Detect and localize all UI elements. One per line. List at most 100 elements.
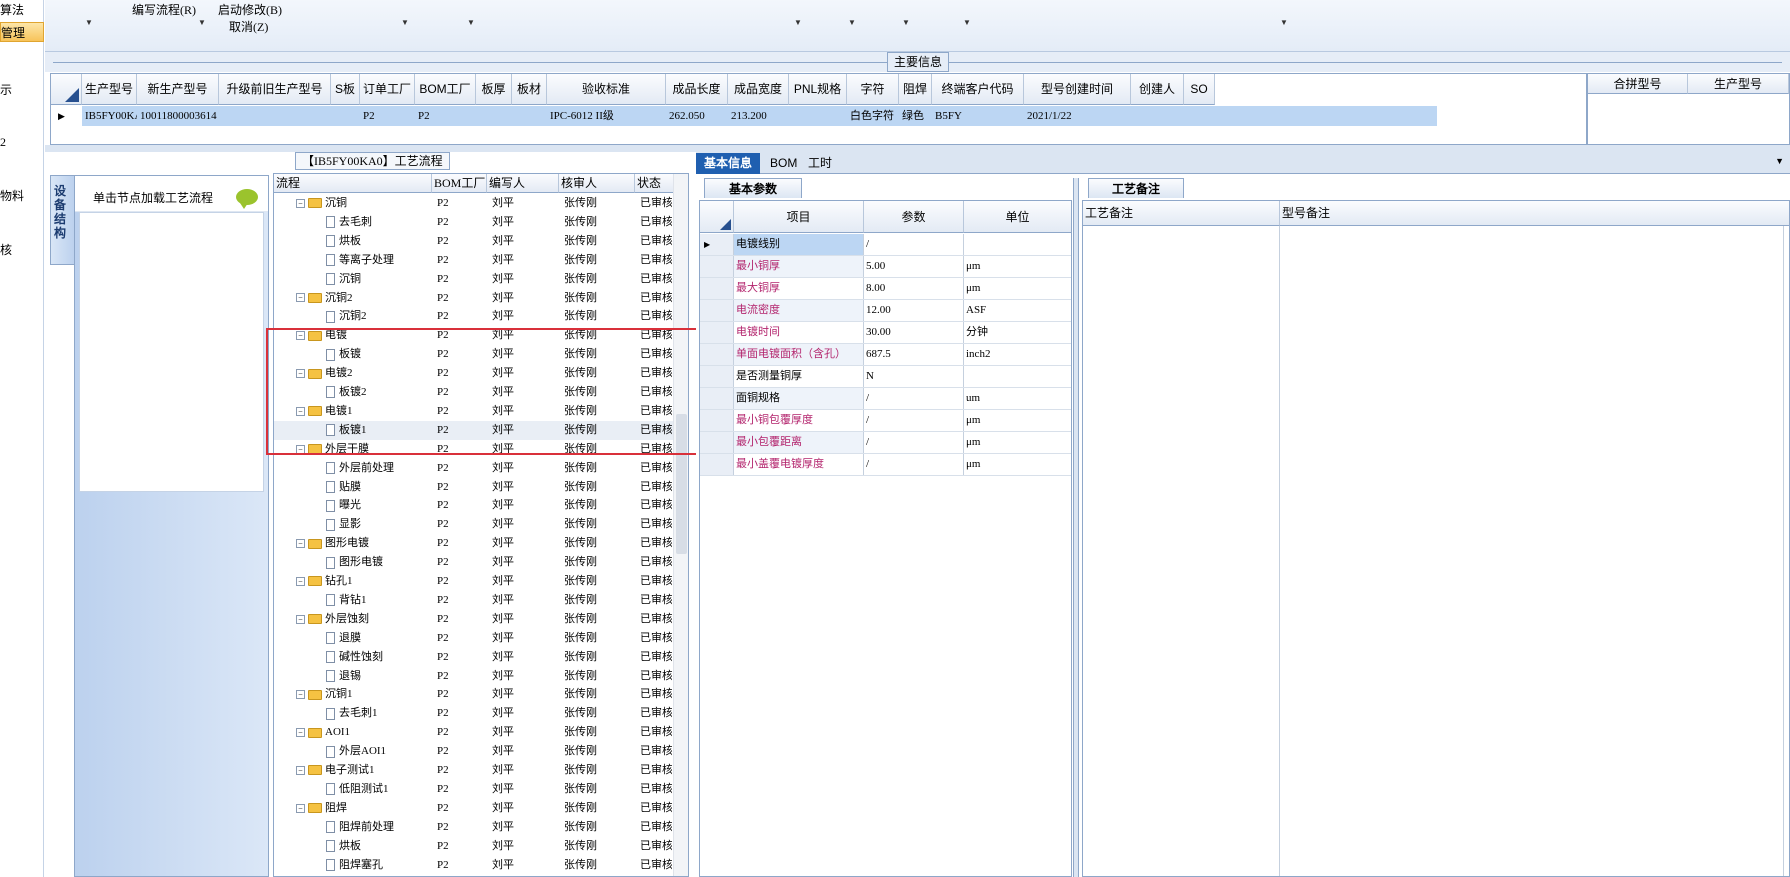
process-notes-tab[interactable]: 工艺备注	[1088, 178, 1184, 198]
param-row[interactable]: 最大铜厚 8.00 μm	[700, 278, 1071, 300]
param-row[interactable]: 最小铜包覆厚度 / μm	[700, 410, 1071, 432]
row-selector[interactable]	[700, 388, 734, 409]
flow-row[interactable]: − 沉铜 P2 刘平 张传刚 已审核	[274, 194, 674, 213]
main-info-cell[interactable]: 绿色	[899, 106, 932, 126]
main-info-cell[interactable]: 2021/1/22	[1024, 106, 1131, 126]
main-info-cell[interactable]: IB5FY00KA0	[82, 106, 137, 126]
notes-col-header[interactable]: 工艺备注	[1083, 201, 1280, 226]
left-nav-item[interactable]: 核	[0, 240, 44, 260]
flow-node[interactable]: 烘板	[326, 837, 361, 856]
row-selector[interactable]	[700, 278, 734, 299]
param-value[interactable]: /	[864, 432, 964, 453]
param-value[interactable]: 5.00	[864, 256, 964, 277]
collapse-icon[interactable]: −	[296, 293, 305, 303]
main-info-cell[interactable]	[331, 106, 360, 126]
collapse-icon[interactable]: −	[296, 576, 305, 586]
param-value[interactable]: N	[864, 366, 964, 387]
flow-node[interactable]: 贴膜	[326, 478, 361, 497]
flow-node[interactable]: − 钻孔1	[296, 572, 353, 591]
flow-row[interactable]: − 阻焊 P2 刘平 张传刚 已审核	[274, 799, 674, 818]
dropdown-arrow-icon[interactable]: ▼	[85, 18, 93, 27]
row-selector[interactable]	[700, 432, 734, 453]
main-info-cell[interactable]: B5FY	[932, 106, 1024, 126]
flow-node[interactable]: 低阻测试1	[326, 780, 389, 799]
main-col-header[interactable]: 生产型号	[82, 74, 137, 105]
main-info-cell[interactable]: 262.050	[666, 106, 728, 126]
flow-node[interactable]: 烘板	[326, 232, 361, 251]
dropdown-arrow-icon[interactable]: ▼	[467, 18, 475, 27]
flow-node[interactable]: 背钻1	[326, 591, 367, 610]
flow-node[interactable]: 沉铜	[326, 270, 361, 289]
flow-node[interactable]: 阻焊前处理	[326, 818, 394, 837]
main-info-cell[interactable]: P2	[415, 106, 476, 126]
flow-node[interactable]: − 图形电镀	[296, 534, 369, 553]
param-value[interactable]: 12.00	[864, 300, 964, 321]
main-info-cell[interactable]	[1184, 106, 1215, 126]
notes-col-header[interactable]: 型号备注	[1280, 201, 1789, 226]
flow-row[interactable]: 等离子处理 P2 刘平 张传刚 已审核	[274, 251, 674, 270]
main-info-cell[interactable]	[789, 106, 847, 126]
param-value[interactable]: /	[864, 410, 964, 431]
param-row[interactable]: 最小铜厚 5.00 μm	[700, 256, 1071, 278]
dropdown-arrow-icon[interactable]: ▼	[794, 18, 802, 27]
flow-row[interactable]: 退锡 P2 刘平 张传刚 已审核	[274, 667, 674, 686]
basic-col-header[interactable]: 单位	[964, 201, 1071, 233]
main-info-cell[interactable]: 213.200	[728, 106, 789, 126]
collapse-icon[interactable]: −	[296, 803, 305, 813]
flow-node[interactable]: − 电子测试1	[296, 761, 375, 780]
main-col-header[interactable]: S板	[331, 74, 360, 105]
param-row[interactable]: 电镀时间 30.00 分钟	[700, 322, 1071, 344]
flow-col-header[interactable]: 编写人	[487, 174, 559, 193]
collapse-icon[interactable]: −	[296, 539, 305, 549]
chevron-down-icon[interactable]: ▼	[1775, 156, 1784, 166]
main-info-cell[interactable]	[476, 106, 512, 126]
left-nav-item[interactable]: 物料	[0, 186, 44, 206]
main-info-cell[interactable]: IPC-6012 II级	[547, 106, 666, 126]
flow-node[interactable]: 图形电镀	[326, 553, 383, 572]
flow-col-header[interactable]: 核审人	[559, 174, 635, 193]
left-nav-item[interactable]: 2	[0, 132, 44, 152]
merge-col-header[interactable]: 生产型号	[1688, 74, 1789, 94]
flow-row[interactable]: 贴膜 P2 刘平 张传刚 已审核	[274, 478, 674, 497]
flow-row[interactable]: 曝光 P2 刘平 张传刚 已审核	[274, 496, 674, 515]
dropdown-arrow-icon[interactable]: ▼	[1280, 18, 1288, 27]
dropdown-arrow-icon[interactable]: ▼	[198, 18, 206, 27]
main-col-header[interactable]: 终端客户代码	[932, 74, 1024, 105]
main-col-header[interactable]: PNL规格	[789, 74, 847, 105]
flow-row[interactable]: 显影 P2 刘平 张传刚 已审核	[274, 515, 674, 534]
flow-node[interactable]: 阻焊塞孔	[326, 856, 383, 875]
flow-node[interactable]: − 沉铜2	[296, 289, 353, 308]
left-nav-item[interactable]: 算法	[0, 0, 44, 20]
tab-hours[interactable]: 工时	[800, 153, 840, 174]
main-col-header[interactable]: SO	[1184, 74, 1215, 105]
flow-row[interactable]: 外层前处理 P2 刘平 张传刚 已审核	[274, 459, 674, 478]
basic-col-header[interactable]: 参数	[864, 201, 964, 233]
notes-scrollbar[interactable]	[1783, 226, 1789, 876]
flow-row[interactable]: 低阻测试1 P2 刘平 张传刚 已审核	[274, 780, 674, 799]
flow-row[interactable]: 碱性蚀刻 P2 刘平 张传刚 已审核	[274, 648, 674, 667]
param-value[interactable]: /	[864, 234, 964, 255]
main-col-header[interactable]: 板厚	[476, 74, 512, 105]
flow-node[interactable]: 等离子处理	[326, 251, 394, 270]
flow-row[interactable]: 去毛刺 P2 刘平 张传刚 已审核	[274, 213, 674, 232]
param-row[interactable]: 面铜规格 / um	[700, 388, 1071, 410]
row-selector[interactable]	[700, 256, 734, 277]
speech-bubble-icon[interactable]	[236, 189, 258, 209]
param-row[interactable]: ▶ 电镀线别 /	[700, 234, 1071, 256]
flow-row[interactable]: 阻焊塞孔 P2 刘平 张传刚 已审核	[274, 856, 674, 875]
flow-row[interactable]: − 沉铜1 P2 刘平 张传刚 已审核	[274, 685, 674, 704]
flow-node[interactable]: 退膜	[326, 629, 361, 648]
flow-node[interactable]: 显影	[326, 515, 361, 534]
flow-node[interactable]: − 阻焊	[296, 799, 347, 818]
main-info-cell[interactable]	[1131, 106, 1184, 126]
flow-node[interactable]: 退锡	[326, 667, 361, 686]
tab-bom[interactable]: BOM	[762, 153, 805, 174]
collapse-icon[interactable]: −	[296, 614, 305, 624]
main-info-cell[interactable]: 10011800003614	[137, 106, 219, 126]
flow-row[interactable]: − 图形电镀 P2 刘平 张传刚 已审核	[274, 534, 674, 553]
main-col-header[interactable]: 阻焊	[899, 74, 932, 105]
flow-node[interactable]: 去毛刺	[326, 213, 372, 232]
main-info-cell[interactable]	[512, 106, 547, 126]
flow-row[interactable]: 去毛刺1 P2 刘平 张传刚 已审核	[274, 704, 674, 723]
flow-row[interactable]: 退膜 P2 刘平 张传刚 已审核	[274, 629, 674, 648]
